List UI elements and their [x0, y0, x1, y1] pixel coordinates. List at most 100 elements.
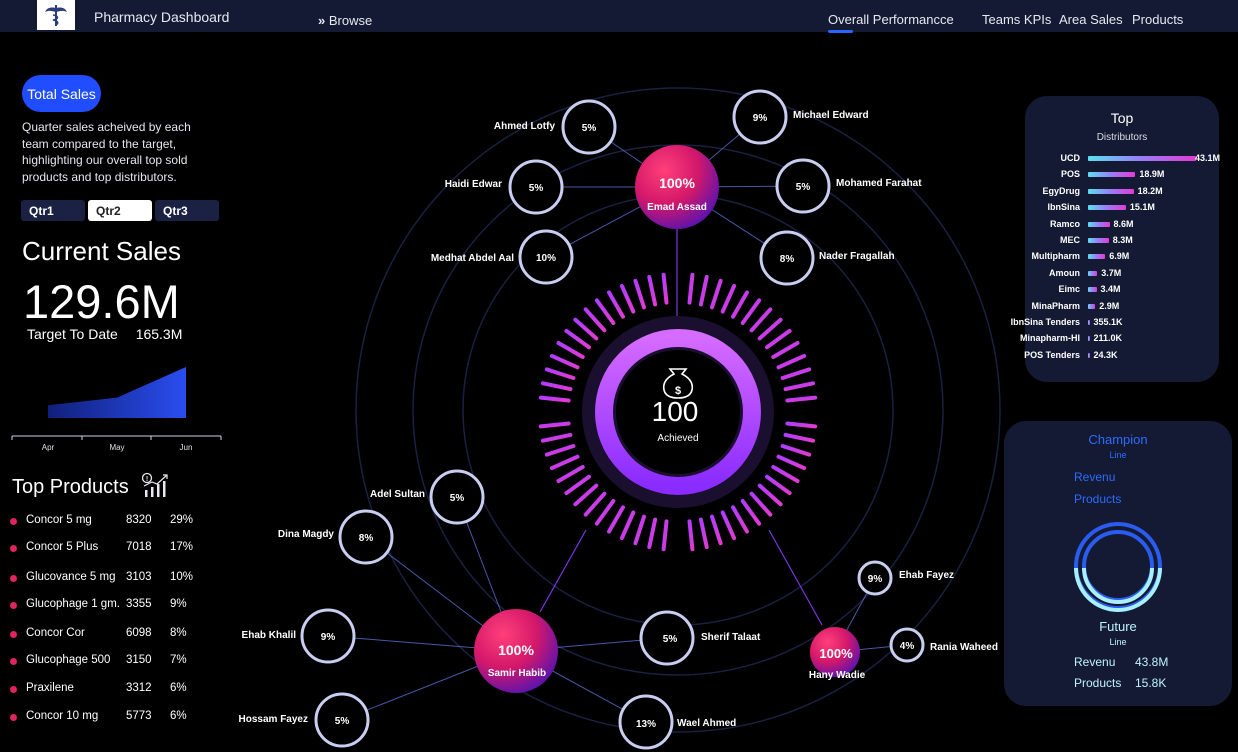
future-products-label: Products: [1074, 676, 1122, 690]
radial-tick: [757, 317, 783, 341]
radial-tick: [647, 517, 658, 549]
radial-tick: [549, 353, 580, 370]
member-node[interactable]: 13% Wael Ahmed: [618, 694, 736, 750]
leader-node-hany-wadie[interactable]: 100% Hany Wadie: [809, 627, 866, 681]
radial-tick: [765, 474, 792, 496]
member-pct: 9%: [321, 632, 336, 643]
leader-pct: 100%: [498, 642, 534, 658]
future-revenue-value: 43.8M: [1135, 655, 1169, 669]
distributor-row: IbnSina Tenders 355.1K: [1011, 316, 1219, 330]
member-pct: 5%: [529, 183, 544, 194]
distributor-value: 24.3K: [1093, 349, 1118, 360]
member-node[interactable]: 5% Adel Sultan: [370, 469, 485, 525]
distributor-row: Ramco 8.6M: [1025, 218, 1219, 232]
radial-tick: [740, 499, 762, 526]
radial-tick: [771, 465, 800, 483]
member-node[interactable]: 5% Mohamed Farahat: [775, 158, 922, 214]
distributor-name: MEC: [1060, 235, 1080, 245]
radial-tick: [687, 519, 695, 552]
member-name: Mohamed Farahat: [836, 178, 922, 189]
distributor-bar: [1088, 238, 1109, 243]
distributor-value: 43.1M: [1195, 153, 1221, 163]
distributor-name: Minapharm-HI: [1019, 333, 1080, 344]
distributor-row: Minapharm-HI 211.0K: [1020, 332, 1219, 346]
member-pct: 5%: [450, 493, 465, 504]
distributor-bar: [1088, 352, 1090, 358]
distributor-name: POS Tenders: [1024, 349, 1080, 360]
distributor-row: IbnSina 15.1M: [1025, 201, 1219, 215]
radial-tick: [607, 290, 625, 319]
member-node[interactable]: 5% Ahmed Lotfy: [494, 99, 617, 155]
radial-tick: [541, 432, 573, 443]
member-node[interactable]: 5% Hossam Fayez: [239, 692, 370, 748]
member-name: Rania Waheed: [930, 642, 998, 653]
radial-tick: [549, 454, 580, 471]
radial-tick: [619, 510, 636, 541]
member-name: Haidi Edwar: [445, 179, 502, 190]
future-products-value: 15.8K: [1135, 676, 1167, 690]
achieved-label: Achieved: [657, 433, 698, 444]
leader-node-emad-assad[interactable]: 100% Emad Assad: [635, 145, 719, 229]
member-node[interactable]: 5% Sherif Talaat: [639, 610, 761, 666]
distributor-bar: [1088, 221, 1110, 227]
member-node[interactable]: 9% Ehab Fayez: [857, 560, 954, 596]
member-node[interactable]: 4% Rania Waheed: [889, 627, 998, 663]
champion-subtitle: Line: [1109, 450, 1127, 460]
distributor-bar: [1088, 303, 1096, 309]
radial-tick: [698, 275, 709, 307]
member-name: Adel Sultan: [370, 489, 425, 500]
member-name: Wael Ahmed: [677, 718, 736, 729]
member-pct: 8%: [359, 533, 374, 544]
radial-tick: [776, 353, 807, 370]
distributor-value: 3.4M: [1100, 284, 1121, 295]
radial-tick: [710, 514, 723, 546]
distributor-row: Eimc 3.4M: [1025, 283, 1219, 297]
distributor-value: 18.9M: [1139, 169, 1165, 180]
distributor-name: MinaPharm: [1031, 300, 1080, 311]
leader-name: Emad Assad: [647, 202, 707, 213]
member-node[interactable]: 5% Haidi Edwar: [445, 159, 564, 215]
distributor-value: 2.9M: [1099, 300, 1120, 311]
radial-tick: [731, 290, 749, 319]
member-node[interactable]: 9% Ehab Khalil: [242, 608, 356, 664]
radial-tick: [647, 275, 658, 307]
distributor-row: POS 18.9M: [1025, 168, 1219, 182]
champion-revenue-label: Revenu: [1074, 470, 1116, 484]
distributor-name: Ramco: [1049, 218, 1080, 229]
distributor-name: IbnSina: [1047, 202, 1080, 213]
distributor-value: 3.7M: [1101, 267, 1122, 278]
distributor-row: MEC 8.3M: [1025, 234, 1219, 248]
member-node[interactable]: 9% Michael Edward: [732, 89, 869, 145]
radial-tick: [544, 367, 576, 380]
radial-tick: [573, 483, 599, 507]
member-node[interactable]: 8% Dina Magdy: [278, 509, 394, 565]
distributor-name: UCD: [1060, 153, 1081, 163]
member-node[interactable]: 10% Medhat Abdel Aal: [431, 229, 574, 285]
radial-tick: [633, 278, 646, 310]
member-node[interactable]: 8% Nader Fragallah: [759, 230, 895, 286]
top-distributors-card: Top Distributors UCD 43.1M POS 18.9M EgyDrug…: [1011, 96, 1221, 382]
member-name: Ahmed Lotfy: [494, 121, 556, 132]
distributor-value: 15.1M: [1129, 202, 1155, 213]
distributor-bar: [1088, 172, 1136, 178]
distributor-value: 6.9M: [1109, 251, 1130, 262]
member-pct: 4%: [900, 641, 915, 652]
member-pct: 5%: [582, 123, 597, 134]
member-name: Michael Edward: [793, 110, 869, 121]
leader-pct: 100%: [819, 646, 853, 661]
leader-node-samir-habib[interactable]: 100% Samir Habib: [474, 609, 558, 693]
distributor-bar: [1088, 188, 1134, 194]
member-pct: 10%: [536, 253, 556, 264]
distributor-bar: [1088, 320, 1090, 325]
radial-tick: [720, 510, 737, 541]
future-revenue-label: Revenu: [1074, 655, 1116, 669]
distributor-bar: [1088, 205, 1126, 211]
radial-tick: [780, 444, 812, 457]
radial-tick: [785, 421, 818, 429]
distributor-name: Eimc: [1058, 284, 1080, 295]
distributor-name: Multipharm: [1031, 251, 1081, 262]
radial-tick: [698, 517, 709, 549]
distributor-row: Amoun 3.7M: [1025, 267, 1219, 281]
radial-tick: [710, 278, 723, 310]
distributors-subtitle: Distributors: [1096, 132, 1148, 143]
